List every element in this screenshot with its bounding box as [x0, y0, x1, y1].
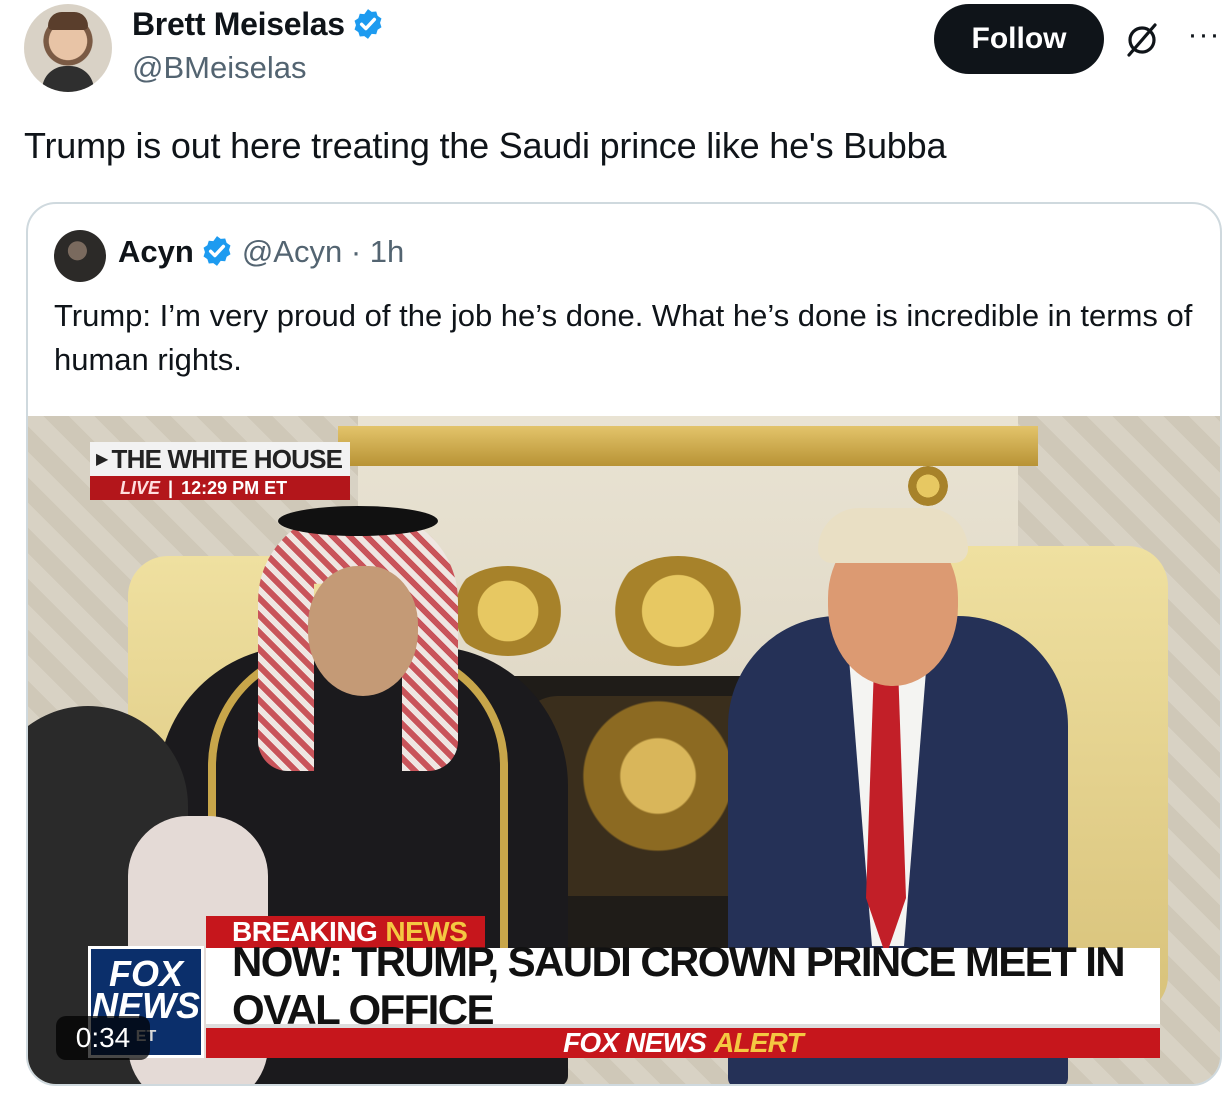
video-frame-ornament — [908, 466, 948, 506]
quoted-post-text: Trump: I’m very proud of the job he’s do… — [54, 298, 1193, 377]
video-frame-ornament — [608, 556, 748, 666]
live-label: LIVE — [120, 477, 161, 498]
video-duration: 0:34 — [56, 1016, 150, 1060]
video-frame-mantel-top — [338, 426, 1038, 466]
avatar-shirt — [42, 66, 94, 92]
quoted-author-handle[interactable]: @Acyn — [242, 234, 342, 269]
chyron-time: 12:29 PM ET — [181, 477, 288, 498]
verified-badge-icon — [354, 9, 382, 39]
follow-button[interactable]: Follow — [934, 4, 1104, 74]
post-text: Trump is out here treating the Saudi pri… — [24, 125, 947, 166]
video-frame-agal — [278, 506, 438, 536]
quoted-post-meta: Acyn @Acyn · 1h — [118, 234, 404, 270]
author-avatar[interactable] — [24, 4, 112, 92]
fox-news-alert: FOX NEWS ALERT — [206, 1027, 1160, 1058]
avatar-hair — [48, 12, 88, 30]
video-frame-ornament — [448, 566, 568, 656]
play-triangle-icon: ▶ — [96, 451, 108, 468]
verified-badge-icon — [203, 236, 231, 266]
video-frame-face-left — [308, 566, 418, 696]
quoted-author-name[interactable]: Acyn — [118, 234, 194, 269]
author-name[interactable]: Brett Meiselas — [132, 6, 345, 42]
news-headline: NOW: TRUMP, SAUDI CROWN PRINCE MEET IN O… — [206, 938, 1160, 1033]
chyron-divider: | — [168, 477, 174, 498]
author-handle[interactable]: @BMeiselas — [132, 50, 306, 86]
video-frame-hair — [818, 508, 968, 563]
video-player[interactable]: ▶ THE WHITE HOUSE LIVE | 12:29 PM ET BREA… — [28, 416, 1220, 1084]
author-name-row[interactable]: Brett Meiselas — [132, 6, 385, 43]
meta-separator: · — [350, 234, 362, 269]
grok-icon[interactable] — [1122, 20, 1162, 60]
quoted-post-time[interactable]: 1h — [370, 234, 404, 269]
quoted-post[interactable]: Acyn @Acyn · 1h Trump: I’m very proud of … — [26, 202, 1222, 1086]
quoted-author-avatar[interactable] — [54, 230, 106, 282]
more-options-icon[interactable]: ··· — [1182, 20, 1226, 58]
chyron-location: ▶ THE WHITE HOUSE — [90, 442, 350, 476]
chyron-live-row: LIVE | 12:29 PM ET — [90, 476, 350, 500]
post-header: Brett Meiselas @BMeiselas Follow ··· — [24, 2, 1224, 98]
